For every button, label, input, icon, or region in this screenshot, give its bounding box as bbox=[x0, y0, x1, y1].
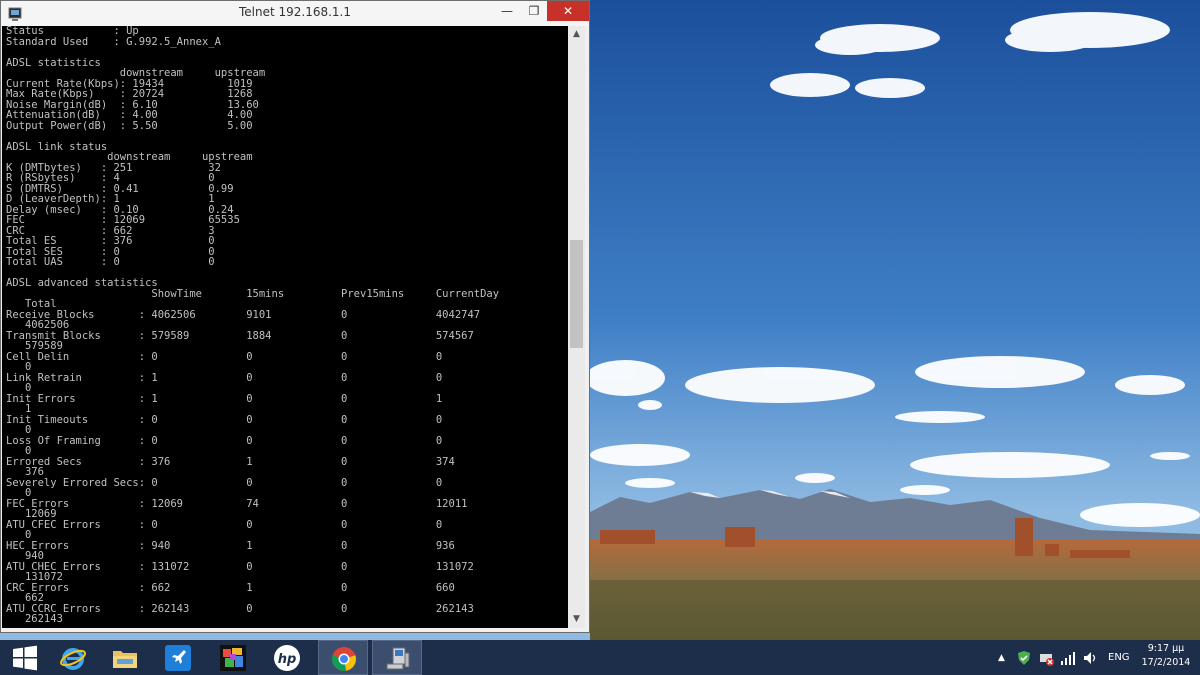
rocket-app-button[interactable] bbox=[153, 640, 203, 675]
console-line: Init Errors : 1 0 0 1 bbox=[6, 392, 443, 405]
console-line: Receive Blocks : 4062506 9101 0 4042747 bbox=[6, 308, 481, 321]
chrome-button[interactable] bbox=[318, 640, 368, 675]
photo-collage-icon bbox=[220, 645, 246, 671]
console-line: Total UAS : 0 0 bbox=[6, 256, 215, 268]
start-button[interactable] bbox=[0, 640, 50, 675]
console-line: 262143 bbox=[24, 613, 63, 625]
file-explorer-icon bbox=[113, 651, 137, 668]
console-line: ATU CHEC Errors : 131072 0 0 131072 bbox=[6, 560, 474, 573]
hp-logo-icon: hp bbox=[274, 645, 300, 671]
photo-app-button[interactable] bbox=[208, 640, 258, 675]
internet-explorer-icon bbox=[60, 648, 86, 670]
console-line: CRC Errors : 662 1 0 660 bbox=[6, 581, 455, 594]
signal-strength-icon[interactable] bbox=[1060, 650, 1076, 666]
console-line: ATU CFEC Errors : 0 0 0 0 bbox=[6, 518, 443, 531]
chrome-icon bbox=[332, 647, 356, 671]
close-button[interactable]: ✕ bbox=[547, 1, 589, 21]
console-line: Link Retrain : 1 0 0 0 bbox=[6, 371, 443, 384]
console-line: Loss Of Framing : 0 0 0 0 bbox=[6, 434, 443, 447]
console-line: ShowTime 15mins Prev15mins CurrentDay bbox=[151, 287, 500, 300]
hp-app-button[interactable]: hp bbox=[262, 640, 312, 675]
console-line: Cell Delin : 0 0 0 0 bbox=[6, 350, 443, 363]
console-text: Status : Up Standard Used : G.992.5_Anne… bbox=[2, 26, 568, 625]
internet-explorer-button[interactable] bbox=[48, 640, 98, 675]
console-line: HEC Errors : 940 1 0 936 bbox=[6, 539, 455, 552]
windows-logo-icon bbox=[13, 645, 37, 671]
network-warning-icon[interactable] bbox=[1038, 650, 1054, 666]
language-indicator[interactable]: ENG bbox=[1108, 650, 1130, 666]
clock-time: 9:17 μμ bbox=[1147, 643, 1185, 654]
svg-text:hp: hp bbox=[278, 652, 297, 667]
console-line: Severely Errored Secs: 0 0 0 0 bbox=[6, 476, 443, 489]
clock-date: 17/2/2014 bbox=[1141, 657, 1191, 668]
console-output[interactable]: Status : Up Standard Used : G.992.5_Anne… bbox=[2, 26, 568, 628]
console-line: FEC Errors : 12069 74 0 12011 bbox=[6, 497, 468, 510]
telnet-button[interactable] bbox=[372, 640, 422, 675]
maximize-button[interactable]: ❐ bbox=[521, 1, 547, 21]
telnet-window: Telnet 192.168.1.1 — ❐ ✕ Status : Up Sta… bbox=[0, 0, 590, 633]
rocket-icon bbox=[165, 645, 191, 671]
scroll-down-arrow-icon[interactable]: ▼ bbox=[568, 611, 585, 628]
scroll-up-arrow-icon[interactable]: ▲ bbox=[568, 26, 585, 43]
taskbar: hp ▲ ENG bbox=[0, 640, 1200, 675]
file-explorer-button[interactable] bbox=[100, 640, 150, 675]
scrollbar-thumb[interactable] bbox=[570, 240, 583, 348]
system-clock[interactable]: 9:17 μμ 17/2/2014 bbox=[1136, 642, 1196, 670]
console-line: ATU CCRC Errors : 262143 0 0 262143 bbox=[6, 602, 474, 615]
tray-expand-arrow-icon[interactable]: ▲ bbox=[998, 650, 1005, 666]
console-line: Output Power(dB) : 5.50 5.00 bbox=[6, 119, 253, 132]
telnet-computer-icon bbox=[386, 647, 410, 670]
window-titlebar[interactable]: Telnet 192.168.1.1 — ❐ ✕ bbox=[1, 1, 589, 26]
security-shield-icon[interactable] bbox=[1016, 650, 1032, 666]
console-line: Init Timeouts : 0 0 0 0 bbox=[6, 413, 443, 426]
console-line: Standard Used : G.992.5_Annex_A bbox=[6, 35, 221, 48]
volume-icon[interactable] bbox=[1082, 650, 1098, 666]
minimize-button[interactable]: — bbox=[493, 1, 521, 21]
vertical-scrollbar[interactable]: ▲ ▼ bbox=[568, 26, 585, 628]
console-line: Transmit Blocks : 579589 1884 0 574567 bbox=[6, 329, 474, 342]
console-line: Errored Secs : 376 1 0 374 bbox=[6, 455, 455, 468]
